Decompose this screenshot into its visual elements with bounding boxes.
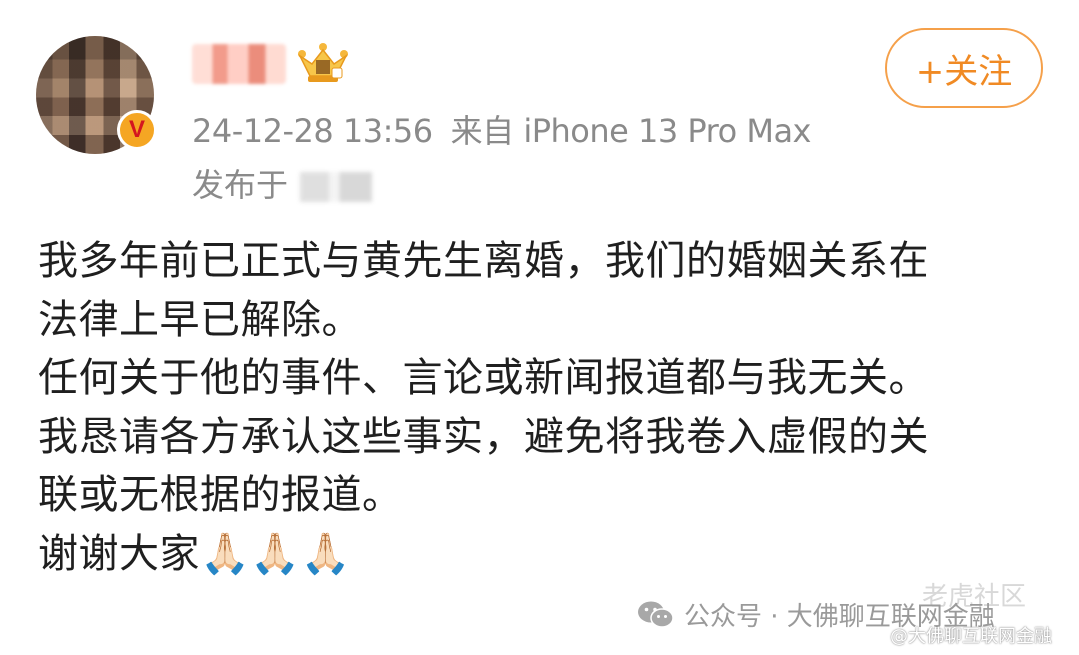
post-timestamp: 24-12-28 13:56 [192,112,433,150]
post-line: 法律上早已解除。 [38,296,362,343]
post-line: 任何关于他的事件、言论或新闻报道都与我无关。 [38,355,929,401]
post-line: 我多年前已正式与黄先生离婚，我们的婚姻关系在 [38,238,929,284]
post-location: 发布于 [192,160,373,206]
post-content: 我多年前已正式与黄先生离婚，我们的婚姻关系在 法律上早已解除。 任何关于他的事件… [38,232,1048,583]
post-meta: 24-12-28 13:56 来自 iPhone 13 Pro Max [192,106,812,152]
location-prefix: 发布于 [192,166,289,204]
follow-button[interactable]: +关注 [885,28,1043,108]
post-source: 来自 iPhone 13 Pro Max [450,112,812,150]
handle-watermark: @大佛聊互联网金融 [890,626,1052,647]
post-line: 我恳请各方承认这些事实，避免将我卷入虚假的关 [38,413,929,460]
location-blurred [300,172,373,202]
post-line: 谢谢大家🙏🏻🙏🏻🙏🏻 [38,530,351,577]
crown-icon [298,43,348,82]
verified-badge-icon: V [117,110,157,150]
username-blurred[interactable] [192,44,286,84]
wechat-icon [638,601,674,628]
verified-mark: V [128,116,145,143]
post-line: 联或无根据的报道。 [38,472,403,518]
